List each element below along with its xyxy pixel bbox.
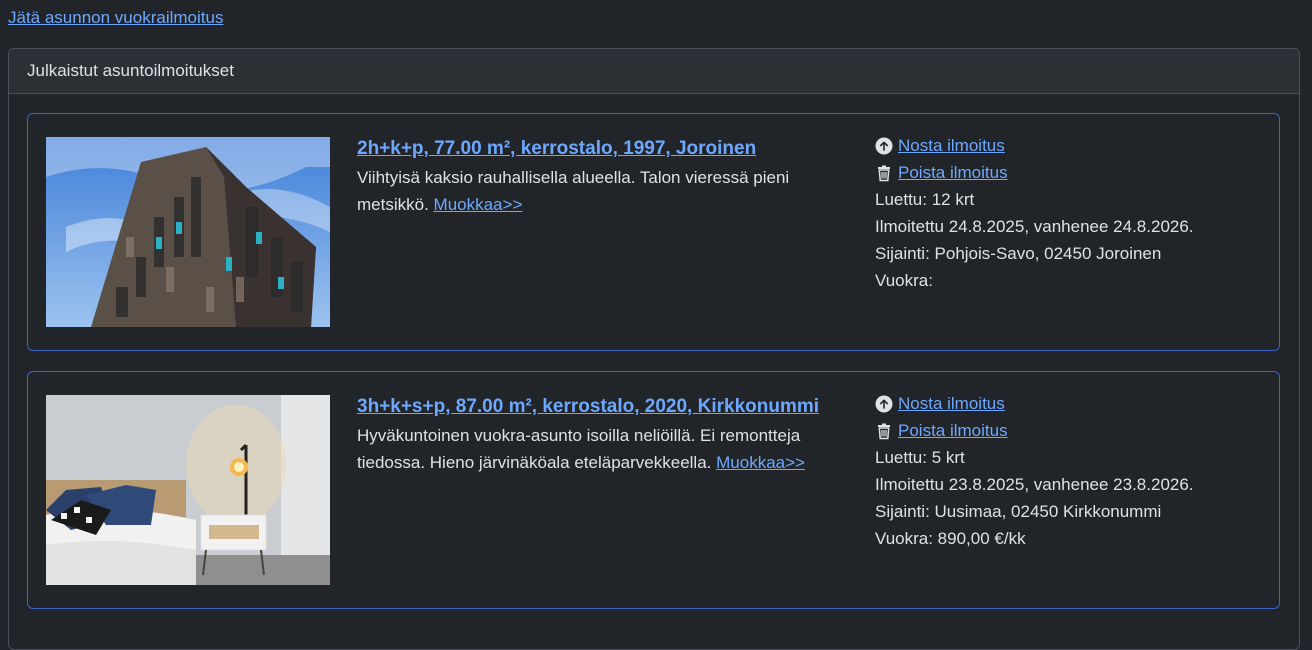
new-listing-link[interactable]: Jätä asunnon vuokrailmoitus: [8, 4, 223, 31]
listing-meta: Nosta ilmoitus Poista ilmoitus Luettu: 1…: [875, 132, 1255, 294]
arrow-up-circle-icon: [875, 137, 893, 155]
bedroom-photo: [46, 395, 330, 585]
listing-info: 3h+k+s+p, 87.00 m², kerrostalo, 2020, Ki…: [357, 392, 827, 476]
panel-title: Julkaistut asuntoilmoitukset: [9, 49, 1299, 94]
listing-title-link[interactable]: 3h+k+s+p, 87.00 m², kerrostalo, 2020, Ki…: [357, 396, 819, 417]
delete-listing-link[interactable]: Poista ilmoitus: [898, 159, 1008, 186]
listing-dates: Ilmoitettu 23.8.2025, vanhenee 23.8.2026…: [875, 475, 1194, 494]
listing-description: Viihtyisä kaksio rauhallisella alueella.…: [357, 164, 827, 218]
trash-icon: [875, 422, 893, 440]
listing-rent: Vuokra:: [875, 271, 933, 290]
listing-rent: Vuokra: 890,00 €/kk: [875, 529, 1026, 548]
read-count: Luettu: 12 krt: [875, 190, 975, 209]
listing-meta: Nosta ilmoitus Poista ilmoitus Luettu: 5…: [875, 390, 1255, 552]
listing-info: 2h+k+p, 77.00 m², kerrostalo, 1997, Joro…: [357, 134, 827, 218]
published-listings-panel: Julkaistut asuntoilmoitukset 2h+k+p, 77.…: [8, 48, 1300, 650]
listing-card: 3h+k+s+p, 87.00 m², kerrostalo, 2020, Ki…: [27, 371, 1280, 609]
edit-link[interactable]: Muokkaa>>: [434, 195, 523, 214]
listing-image[interactable]: [46, 137, 330, 327]
raise-listing-link[interactable]: Nosta ilmoitus: [898, 390, 1005, 417]
trash-icon: [875, 164, 893, 182]
listing-title-link[interactable]: 2h+k+p, 77.00 m², kerrostalo, 1997, Joro…: [357, 138, 756, 159]
listing-location: Sijainti: Pohjois-Savo, 02450 Joroinen: [875, 244, 1162, 263]
listing-dates: Ilmoitettu 24.8.2025, vanhenee 24.8.2026…: [875, 217, 1194, 236]
raise-listing-link[interactable]: Nosta ilmoitus: [898, 132, 1005, 159]
listing-location: Sijainti: Uusimaa, 02450 Kirkkonummi: [875, 502, 1162, 521]
arrow-up-circle-icon: [875, 395, 893, 413]
apartment-building-photo: [46, 137, 330, 327]
listing-description: Hyväkuntoinen vuokra-asunto isoilla neli…: [357, 422, 827, 476]
description-text: Viihtyisä kaksio rauhallisella alueella.…: [357, 168, 790, 214]
delete-listing-link[interactable]: Poista ilmoitus: [898, 417, 1008, 444]
listing-image[interactable]: [46, 395, 330, 585]
listing-card: 2h+k+p, 77.00 m², kerrostalo, 1997, Joro…: [27, 113, 1280, 351]
read-count: Luettu: 5 krt: [875, 448, 965, 467]
edit-link[interactable]: Muokkaa>>: [716, 453, 805, 472]
